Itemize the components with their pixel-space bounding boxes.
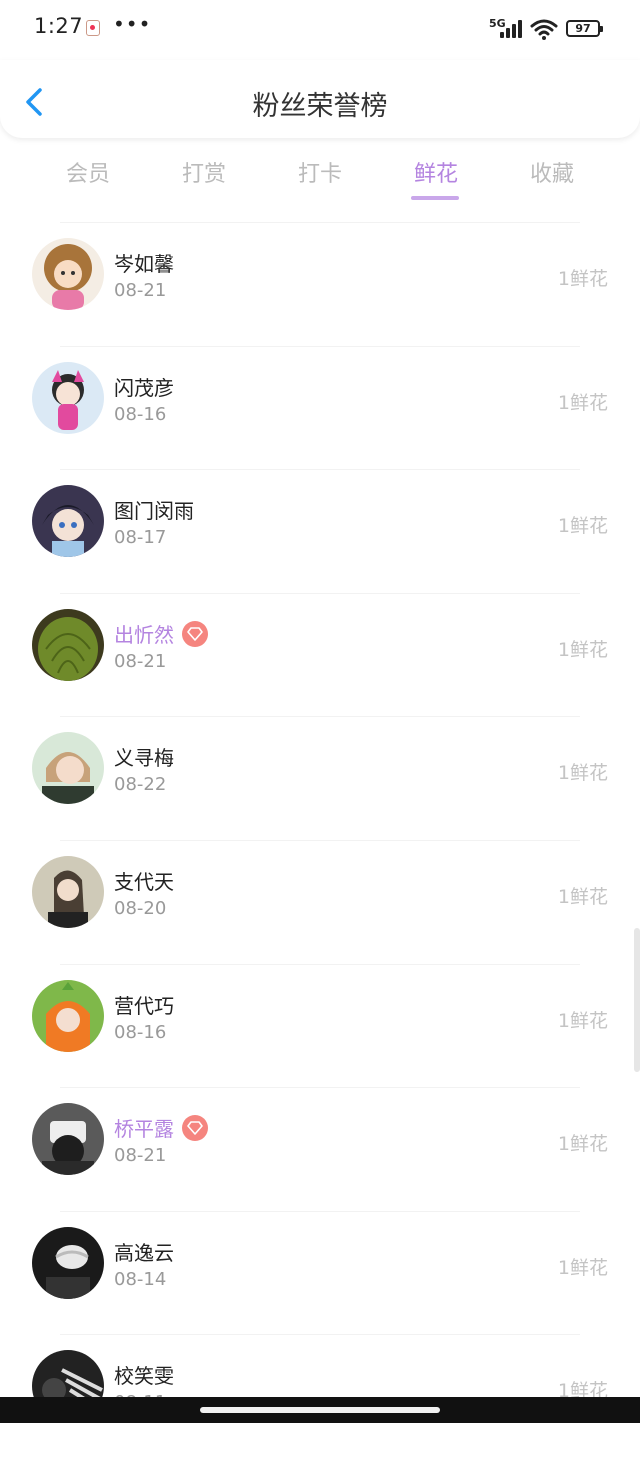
tab-flowers[interactable]: 鲜花 [378, 150, 494, 204]
avatar[interactable] [32, 238, 104, 310]
avatar[interactable] [32, 1103, 104, 1176]
fan-list: 岑如馨 08-21 1鲜花 闪茂彦 08-16 1鲜花 图门闵雨 08-17 1… [0, 222, 640, 1458]
notification-icon [86, 20, 100, 36]
home-indicator[interactable] [200, 1407, 440, 1413]
scrollbar[interactable] [634, 928, 640, 1072]
list-item[interactable]: 闪茂彦 08-16 1鲜花 [0, 345, 640, 470]
list-item[interactable]: 高逸云 08-14 1鲜花 [0, 1210, 640, 1335]
fan-date: 08-21 [114, 280, 167, 301]
flower-count: 1鲜花 [557, 391, 608, 414]
fan-date: 08-21 [114, 1145, 167, 1167]
avatar[interactable] [32, 361, 104, 434]
fan-name: 营代巧 [114, 993, 174, 1018]
status-bar: 1:27 ••• 5G 97 [0, 0, 640, 58]
fan-name: 高逸云 [114, 1240, 174, 1265]
flower-count: 1鲜花 [557, 638, 608, 661]
list-item[interactable]: 营代巧 08-16 1鲜花 [0, 963, 640, 1088]
wifi-icon [530, 19, 558, 40]
fan-name: 出忻然 [114, 619, 208, 648]
more-notifications-icon: ••• [113, 12, 152, 36]
vip-diamond-icon [182, 620, 208, 647]
flower-count: 1鲜花 [557, 885, 608, 908]
avatar[interactable] [32, 979, 104, 1052]
signal-icon [500, 20, 524, 38]
flower-count: 1鲜花 [557, 515, 608, 538]
fan-name-text: 桥平露 [114, 1117, 174, 1142]
list-item[interactable]: 岑如馨 08-21 1鲜花 [0, 222, 640, 346]
status-time: 1:27 [34, 14, 84, 38]
fan-date: 08-20 [114, 897, 167, 919]
list-item[interactable]: 支代天 08-20 1鲜花 [0, 839, 640, 964]
list-item[interactable]: 图门闵雨 08-17 1鲜花 [0, 469, 640, 593]
fan-name: 桥平露 [114, 1113, 208, 1142]
tab-members[interactable]: 会员 [30, 150, 146, 204]
fan-name: 支代天 [114, 869, 174, 894]
fan-date: 08-16 [114, 403, 167, 425]
avatar[interactable] [32, 485, 104, 558]
fan-date: 08-14 [114, 1268, 167, 1290]
flower-count: 1鲜花 [557, 1256, 608, 1279]
vip-diamond-icon [182, 1115, 208, 1142]
avatar[interactable] [32, 608, 104, 681]
tab-checkin[interactable]: 打卡 [262, 150, 378, 204]
fan-name: 义寻梅 [114, 746, 174, 771]
fan-name: 校笑雯 [114, 1364, 174, 1389]
flower-count: 1鲜花 [557, 762, 608, 785]
fan-date: 08-21 [114, 650, 167, 672]
flower-count: 1鲜花 [557, 268, 608, 290]
fan-name: 闪茂彦 [114, 375, 174, 400]
list-item[interactable]: 出忻然 08-21 1鲜花 [0, 592, 640, 717]
list-item[interactable]: 桥平露 08-21 1鲜花 [0, 1087, 640, 1211]
fan-date: 08-17 [114, 527, 167, 549]
tab-tips[interactable]: 打赏 [146, 150, 262, 204]
flower-count: 1鲜花 [557, 1009, 608, 1032]
page-title: 粉丝荣誉榜 [252, 91, 388, 122]
header: 粉丝荣誉榜 [0, 60, 640, 138]
avatar[interactable] [32, 732, 104, 805]
list-item[interactable]: 义寻梅 08-22 1鲜花 [0, 716, 640, 840]
fan-name-text: 出忻然 [114, 622, 174, 647]
fan-date: 08-22 [114, 774, 167, 796]
avatar[interactable] [32, 1226, 104, 1299]
fan-name: 图门闵雨 [114, 499, 194, 524]
avatar[interactable] [32, 855, 104, 928]
tab-favorites[interactable]: 收藏 [494, 150, 610, 204]
fan-name: 岑如馨 [114, 252, 174, 276]
battery-icon: 97 [566, 20, 603, 37]
flower-count: 1鲜花 [557, 1133, 608, 1156]
tab-bar: 会员 打赏 打卡 鲜花 收藏 [30, 150, 610, 204]
fan-date: 08-16 [114, 1021, 167, 1043]
